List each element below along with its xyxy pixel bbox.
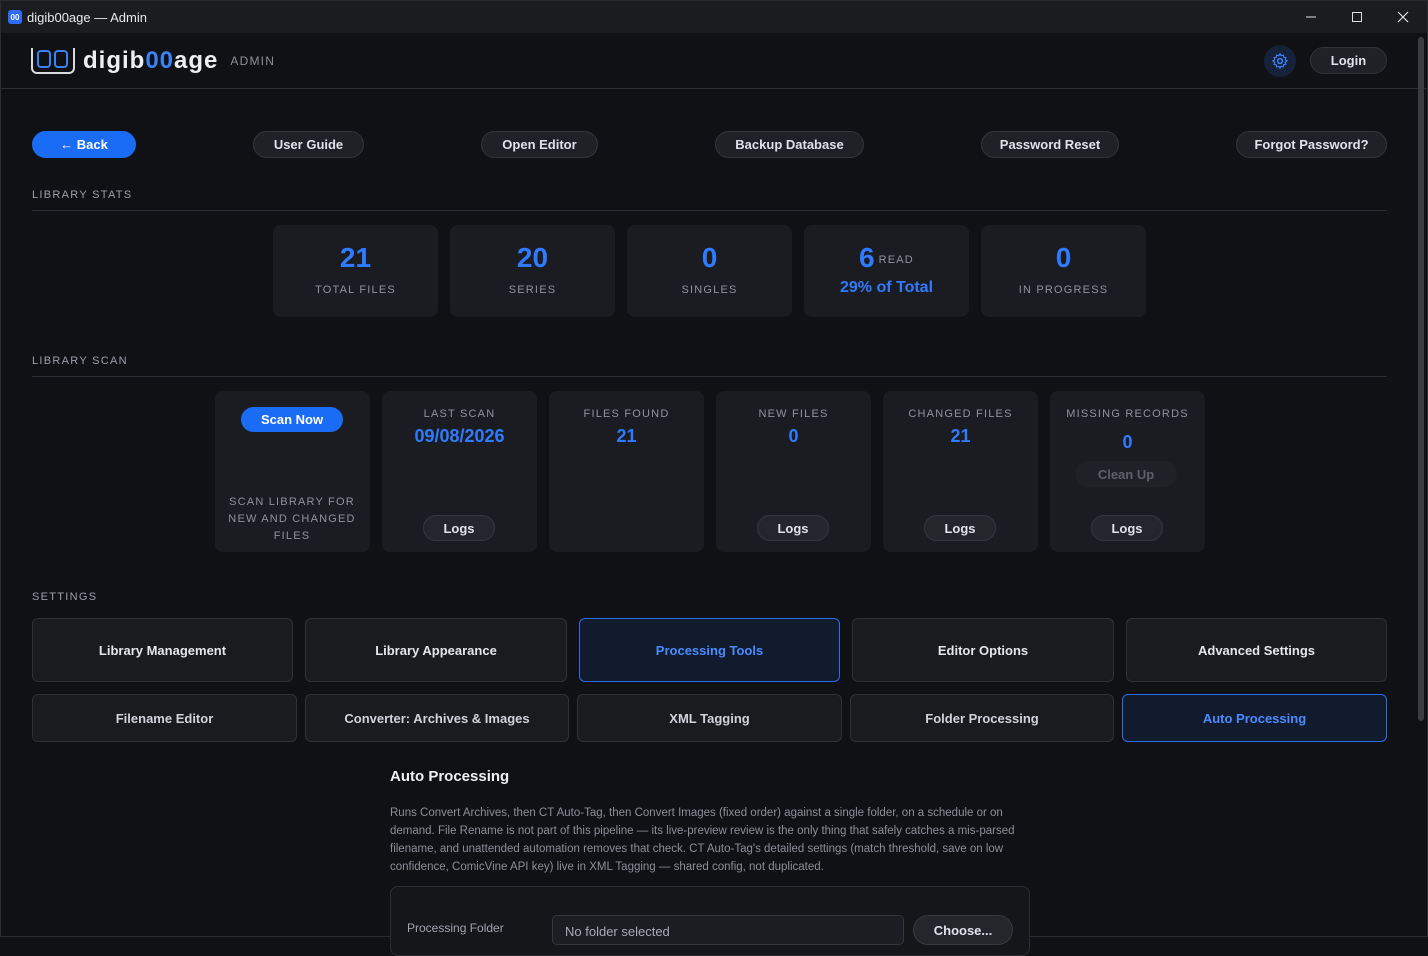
app-logo[interactable]: digib00age ADMIN [31, 47, 275, 75]
scan-stat-value: 21 [616, 426, 637, 446]
subtab-converter-archives-images[interactable]: Converter: Archives & Images [305, 694, 569, 742]
stat-card-read: 6 READ 29% of Total [804, 225, 969, 317]
admin-label: ADMIN [230, 54, 276, 68]
title-bar: 00 digib00age — Admin [1, 1, 1427, 33]
tab-library-appearance[interactable]: Library Appearance [305, 618, 567, 682]
logo-text: digib00age [83, 47, 219, 74]
scan-stat-label: FILES FOUND [583, 408, 670, 420]
subtab-xml-tagging[interactable]: XML Tagging [577, 694, 842, 742]
stat-label: TOTAL FILES [315, 284, 396, 296]
settings-button[interactable] [1264, 45, 1296, 77]
login-button[interactable]: Login [1310, 47, 1387, 74]
scan-stat-label: CHANGED FILES [908, 408, 1013, 420]
scan-stat-label: NEW FILES [758, 408, 829, 420]
scan-stat-value: 09/08/2026 [414, 426, 505, 446]
minimize-icon[interactable] [1288, 1, 1334, 33]
forgot-password-button[interactable]: Forgot Password? [1236, 131, 1387, 158]
stat-value: 0 [1055, 242, 1072, 273]
clean-up-button[interactable]: Clean Up [1075, 461, 1177, 487]
user-guide-button[interactable]: User Guide [253, 131, 364, 158]
library-stats-heading: LIBRARY STATS [32, 189, 133, 201]
changed-files-card: CHANGED FILES 21 Logs [883, 391, 1038, 552]
backup-database-button[interactable]: Backup Database [715, 131, 864, 158]
tab-editor-options[interactable]: Editor Options [852, 618, 1114, 682]
stat-label: SINGLES [681, 284, 738, 296]
missing-records-card: MISSING RECORDS 0 Clean Up Logs [1050, 391, 1205, 552]
back-button[interactable]: ← Back [32, 131, 136, 158]
settings-heading: SETTINGS [32, 591, 98, 603]
missing-records-logs-button[interactable]: Logs [1091, 515, 1163, 541]
stat-card-series: 20 SERIES [450, 225, 615, 317]
auto-processing-title: Auto Processing [390, 768, 510, 785]
app-icon: 00 [8, 10, 22, 24]
processing-folder-label: Processing Folder [407, 921, 504, 935]
scan-now-button[interactable]: Scan Now [241, 407, 343, 432]
stat-value: 21 [339, 242, 372, 273]
app-window: 00 digib00age — Admin digib00age ADMIN L… [0, 0, 1428, 956]
choose-folder-button[interactable]: Choose... [913, 915, 1013, 945]
scan-now-card: Scan Now SCAN LIBRARY FOR NEW AND CHANGE… [215, 391, 370, 552]
read-percentage: 29% of Total [839, 279, 934, 296]
scrollbar[interactable] [1418, 37, 1424, 721]
new-files-logs-button[interactable]: Logs [757, 515, 829, 541]
auto-processing-description: Runs Convert Archives, then CT Auto-Tag,… [390, 807, 1015, 873]
stat-value: 6 READ [859, 242, 914, 273]
window-title: digib00age — Admin [27, 9, 147, 25]
stat-card-total-files: 21 TOTAL FILES [273, 225, 438, 317]
stat-value: 20 [516, 242, 549, 273]
tab-advanced-settings[interactable]: Advanced Settings [1126, 618, 1387, 682]
stat-card-singles: 0 SINGLES [627, 225, 792, 317]
scan-stat-value: 0 [788, 426, 799, 446]
stat-card-in-progress: 0 IN PROGRESS [981, 225, 1146, 317]
tab-processing-tools[interactable]: Processing Tools [579, 618, 840, 682]
last-scan-card: LAST SCAN 09/08/2026 Logs [382, 391, 537, 552]
subtab-filename-editor[interactable]: Filename Editor [32, 694, 297, 742]
library-scan-heading: LIBRARY SCAN [32, 355, 128, 367]
scan-stat-value: 0 [1122, 432, 1133, 452]
logo-book-icon [31, 48, 75, 74]
stat-value: 0 [701, 242, 718, 273]
maximize-icon[interactable] [1334, 1, 1380, 33]
scan-stat-value: 21 [950, 426, 971, 446]
scan-stat-label: MISSING RECORDS [1066, 408, 1189, 420]
processing-folder-form: Processing Folder No folder selected Cho… [390, 886, 1030, 956]
close-icon[interactable] [1380, 1, 1426, 33]
tab-library-management[interactable]: Library Management [32, 618, 293, 682]
stat-label: IN PROGRESS [1018, 284, 1109, 296]
password-reset-button[interactable]: Password Reset [981, 131, 1119, 158]
scan-stat-label: LAST SCAN [423, 408, 496, 420]
stat-label: SERIES [508, 284, 557, 296]
subtab-folder-processing[interactable]: Folder Processing [850, 694, 1114, 742]
subtab-auto-processing[interactable]: Auto Processing [1122, 694, 1387, 742]
scan-description: SCAN LIBRARY FOR NEW AND CHANGED FILES [228, 496, 356, 542]
changed-files-logs-button[interactable]: Logs [924, 515, 996, 541]
processing-folder-field[interactable]: No folder selected [552, 915, 904, 945]
stat-label: READ [878, 253, 914, 266]
gear-icon [1271, 52, 1289, 70]
divider [32, 376, 1387, 377]
new-files-card: NEW FILES 0 Logs [716, 391, 871, 552]
files-found-card: FILES FOUND 21 [549, 391, 704, 552]
app-header: digib00age ADMIN Login [1, 33, 1427, 89]
open-editor-button[interactable]: Open Editor [481, 131, 598, 158]
divider [32, 210, 1387, 211]
last-scan-logs-button[interactable]: Logs [423, 515, 495, 541]
